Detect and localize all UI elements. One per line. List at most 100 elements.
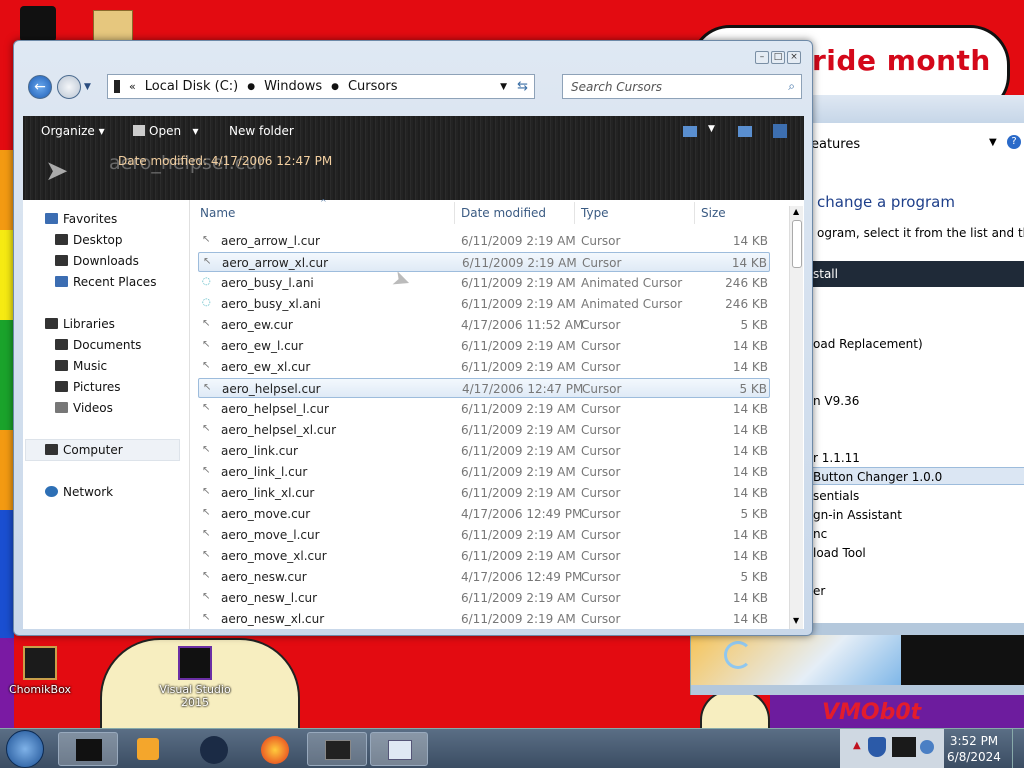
table-row[interactable]: ↖ aero_link_l.cur 6/11/2009 2:19 AM Cursor 1… xyxy=(198,462,770,482)
table-row[interactable]: ◌ aero_busy_l.ani 6/11/2009 2:19 AM Animate… xyxy=(198,273,770,293)
help-icon[interactable] xyxy=(773,124,787,138)
view-options-icon[interactable] xyxy=(683,126,697,137)
taskbar-app-terminal[interactable] xyxy=(58,732,118,766)
file-size: 14 KB xyxy=(732,339,768,353)
cursor-file-icon: ↖ xyxy=(202,465,211,476)
desktop-bin-icon[interactable] xyxy=(20,6,56,42)
bg-help-icon[interactable]: ? xyxy=(1007,135,1021,149)
scrollbar-thumb[interactable] xyxy=(792,220,802,268)
breadcrumb-windows[interactable]: Windows xyxy=(264,79,322,94)
security-shield-icon[interactable] xyxy=(868,737,886,757)
bg-window-title: eatures xyxy=(811,137,861,152)
nav-network[interactable]: Network xyxy=(45,485,113,499)
breadcrumb-overflow-icon[interactable]: « xyxy=(129,80,136,93)
preview-pane-icon[interactable] xyxy=(738,126,752,137)
forward-button[interactable] xyxy=(57,75,81,99)
table-row[interactable]: ↖ aero_link_xl.cur 6/11/2009 2:19 AM Cursor… xyxy=(198,483,770,503)
taskbar-app-steam[interactable] xyxy=(186,732,242,766)
open-button[interactable]: Open ▾ xyxy=(133,124,199,138)
desktop-icon-visual-studio[interactable]: Visual Studio 2015 xyxy=(155,646,235,709)
breadcrumb-local-disk[interactable]: Local Disk (C:) xyxy=(145,79,238,94)
nav-pictures[interactable]: Pictures xyxy=(55,380,121,394)
nav-desktop[interactable]: Desktop xyxy=(55,233,123,247)
address-bar[interactable]: « Local Disk (C:) ● Windows ● Cursors ▼ … xyxy=(107,74,535,99)
show-hidden-icons-icon[interactable]: ▲ xyxy=(853,740,861,751)
file-size: 14 KB xyxy=(732,465,768,479)
explorer-window[interactable]: – □ × ← ▼ « Local Disk (C:) ● Windows ● … xyxy=(13,40,813,636)
scroll-up-icon[interactable]: ▲ xyxy=(793,207,799,216)
nav-music[interactable]: Music xyxy=(55,359,107,373)
close-button[interactable]: × xyxy=(787,51,801,64)
bg-dropdown-icon[interactable]: ▼ xyxy=(989,137,997,148)
table-row[interactable]: ↖ aero_link.cur 6/11/2009 2:19 AM Cursor 14 … xyxy=(198,441,770,461)
column-size[interactable]: Size xyxy=(701,206,726,220)
table-row[interactable]: ◌ aero_busy_xl.ani 6/11/2009 2:19 AM Animat… xyxy=(198,294,770,314)
bg-list-item[interactable]: oad Replacement) xyxy=(813,337,923,351)
taskbar-clock[interactable]: 3:52 PM 6/8/2024 xyxy=(944,733,1004,765)
column-date-modified[interactable]: Date modified xyxy=(461,206,546,220)
bg-list-item[interactable]: nc xyxy=(813,527,827,541)
nav-libraries[interactable]: Libraries xyxy=(45,317,115,331)
table-row[interactable]: ↖ aero_move.cur 4/17/2006 12:49 PM Cursor 5 … xyxy=(198,504,770,524)
nav-downloads[interactable]: Downloads xyxy=(55,254,139,268)
watermark: VMOb0t xyxy=(822,700,922,725)
address-dropdown-icon[interactable]: ▼ xyxy=(500,82,507,92)
nav-videos[interactable]: Videos xyxy=(55,401,113,415)
volume-tray-icon[interactable] xyxy=(920,740,934,754)
table-row[interactable]: ↖ aero_arrow_xl.cur 6/11/2009 2:19 AM Curso… xyxy=(198,252,770,272)
table-row[interactable]: ↖ aero_nesw.cur 4/17/2006 12:49 PM Cursor 5 … xyxy=(198,567,770,587)
column-type[interactable]: Type xyxy=(581,206,609,220)
breadcrumb-cursors[interactable]: Cursors xyxy=(348,79,398,94)
search-icon[interactable]: ⌕ xyxy=(788,79,795,94)
bg-list-item[interactable]: n V9.36 xyxy=(813,394,859,408)
network-tray-icon[interactable] xyxy=(892,737,916,757)
cursor-file-icon: ↖ xyxy=(202,591,211,602)
bg-list-item[interactable]: sentials xyxy=(813,489,859,503)
column-name[interactable]: Name xyxy=(200,206,235,220)
scroll-down-icon[interactable]: ▼ xyxy=(793,616,799,625)
table-row[interactable]: ↖ aero_helpsel_xl.cur 6/11/2009 2:19 AM Cur… xyxy=(198,420,770,440)
table-row[interactable]: ↖ aero_helpsel_l.cur 6/11/2009 2:19 AM Curs… xyxy=(198,399,770,419)
file-type: Cursor xyxy=(581,549,621,563)
table-row[interactable]: ↖ aero_move_xl.cur 6/11/2009 2:19 AM Cursor… xyxy=(198,546,770,566)
maximize-button[interactable]: □ xyxy=(771,51,785,64)
organize-button[interactable]: Organize ▾ xyxy=(41,124,105,138)
breadcrumb-separator-icon: ● xyxy=(331,81,339,92)
bg-list-item[interactable]: er xyxy=(813,584,825,598)
file-date: 6/11/2009 2:19 AM xyxy=(461,297,576,311)
taskbar-app-media[interactable] xyxy=(122,732,178,766)
new-folder-button[interactable]: New folder xyxy=(229,124,294,138)
bg-list-item[interactable]: Button Changer 1.0.0 xyxy=(813,470,942,484)
taskbar-app-control-panel[interactable] xyxy=(370,732,428,766)
vertical-scrollbar[interactable]: ▲ ▼ xyxy=(789,206,803,629)
table-row[interactable]: ↖ aero_nesw_xl.cur 6/11/2009 2:19 AM Cursor… xyxy=(198,609,770,629)
file-type: Cursor xyxy=(581,318,621,332)
minimize-button[interactable]: – xyxy=(755,51,769,64)
back-button[interactable]: ← xyxy=(28,75,52,99)
file-date: 6/11/2009 2:19 AM xyxy=(461,612,576,626)
bg-list-item[interactable]: gn-in Assistant xyxy=(813,508,902,522)
nav-computer[interactable]: Computer xyxy=(45,443,123,457)
history-dropdown-icon[interactable]: ▼ xyxy=(84,82,91,92)
taskbar-app-firefox[interactable] xyxy=(247,732,303,766)
refresh-icon[interactable]: ⇆ xyxy=(517,79,528,94)
taskbar-app-window[interactable] xyxy=(307,732,367,766)
table-row[interactable]: ↖ aero_arrow_l.cur 6/11/2009 2:19 AM Cursor… xyxy=(198,231,770,251)
table-row[interactable]: ↖ aero_ew_xl.cur 6/11/2009 2:19 AM Cursor 14… xyxy=(198,357,770,377)
desktop-icon-chomikbox[interactable]: ChomikBox xyxy=(0,646,80,696)
view-dropdown-icon[interactable]: ▼ xyxy=(708,124,715,134)
bg-list-item[interactable]: r 1.1.11 xyxy=(813,451,860,465)
table-row[interactable]: ↖ aero_ew.cur 4/17/2006 11:52 AM Cursor 5 KB xyxy=(198,315,770,335)
search-input[interactable]: Search Cursors ⌕ xyxy=(562,74,802,99)
nav-documents[interactable]: Documents xyxy=(55,338,141,352)
bg-list-item[interactable]: load Tool xyxy=(813,546,866,560)
table-row[interactable]: ↖ aero_ew_l.cur 6/11/2009 2:19 AM Cursor 14 … xyxy=(198,336,770,356)
show-desktop-button[interactable] xyxy=(1012,729,1024,768)
nav-recent-places[interactable]: Recent Places xyxy=(55,275,156,289)
table-row[interactable]: ↖ aero_helpsel.cur 4/17/2006 12:47 PM Curso… xyxy=(198,378,770,398)
table-row[interactable]: ↖ aero_move_l.cur 6/11/2009 2:19 AM Cursor 1… xyxy=(198,525,770,545)
desktop-folder-icon[interactable] xyxy=(93,10,133,44)
start-button[interactable] xyxy=(6,730,44,768)
nav-favorites[interactable]: Favorites xyxy=(45,212,117,226)
table-row[interactable]: ↖ aero_nesw_l.cur 6/11/2009 2:19 AM Cursor 1… xyxy=(198,588,770,608)
